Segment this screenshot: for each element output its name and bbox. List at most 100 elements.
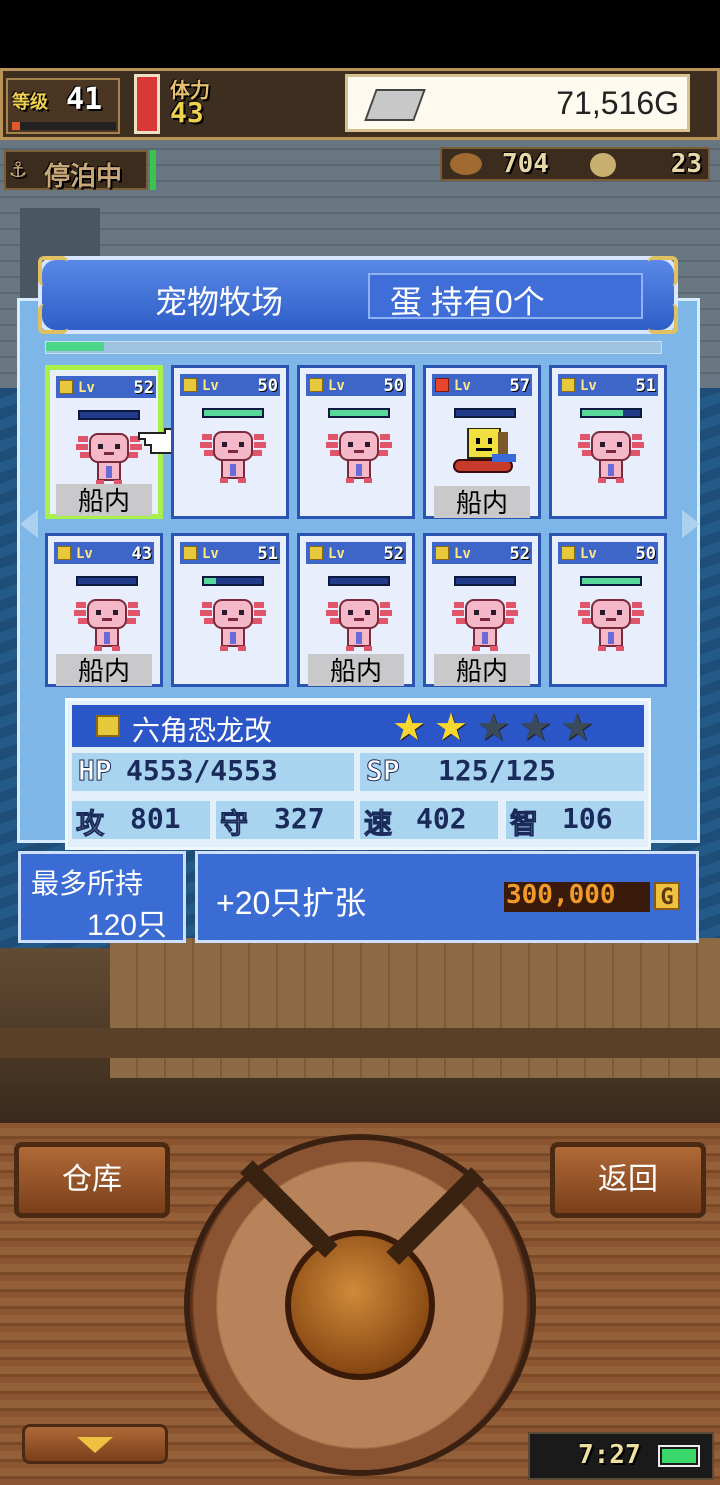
- pet-card[interactable]: Lv 50: [171, 365, 289, 519]
- pet-level: 50: [257, 376, 278, 396]
- warehouse-label: 仓库: [62, 1163, 122, 1196]
- pet-card-header: Lv 51: [180, 542, 280, 564]
- expand-price: 300,000: [506, 880, 616, 910]
- pet-hp-bar: [76, 576, 138, 586]
- on-ship-label: 船内: [434, 486, 530, 518]
- pet-hp-bar-fill: [582, 578, 640, 584]
- corner-ornament-tr: [648, 256, 678, 286]
- pet-hp-bar: [580, 408, 642, 418]
- page-title: 宠物牧场: [155, 284, 284, 320]
- pet-card[interactable]: Lv 51: [549, 365, 667, 519]
- page-scroll-thumb[interactable]: [46, 342, 104, 351]
- stamina-gauge: [134, 74, 160, 134]
- electric-element-icon: [57, 546, 71, 560]
- pet-card-header: Lv 52: [56, 376, 156, 398]
- pet-hp-bar: [202, 576, 264, 586]
- pet-card-header: Lv 52: [432, 542, 532, 564]
- pet-card[interactable]: Lv 50: [549, 533, 667, 687]
- back-button[interactable]: 返回: [550, 1142, 706, 1218]
- electric-element-icon: [183, 378, 197, 392]
- spd-value: 402: [416, 802, 467, 835]
- level-box: 等级 41: [6, 78, 120, 134]
- expand-capacity-button[interactable]: +20只扩张 300,000 G: [195, 851, 699, 943]
- prev-page-arrow-icon[interactable]: [20, 510, 38, 538]
- lv-label: Lv: [202, 378, 219, 394]
- max-capacity-box: 最多所持 120只: [18, 851, 186, 943]
- lv-label: Lv: [328, 378, 345, 394]
- axolotl-sprite-icon: [326, 428, 392, 484]
- egg-count-box: 蛋 持有0个: [368, 273, 643, 320]
- lv-label: Lv: [454, 378, 471, 394]
- page-scroll-bar[interactable]: [45, 341, 662, 354]
- electric-element-icon: [183, 546, 197, 560]
- pet-card[interactable]: Lv 50: [297, 365, 415, 519]
- pet-level: 51: [257, 544, 278, 564]
- lv-label: Lv: [580, 546, 597, 562]
- hp-row: HP 4553/4553: [72, 753, 354, 791]
- pet-name-row: 六角恐龙改 ★ ★ ★ ★ ★: [72, 705, 644, 747]
- pet-card-header: Lv 57: [432, 374, 532, 396]
- ship-rail: [0, 1028, 720, 1058]
- barrel-icon: [450, 153, 482, 175]
- electric-element-icon: [309, 546, 323, 560]
- hp-value: 4553/4553: [126, 754, 278, 787]
- menu-down-button[interactable]: [22, 1424, 168, 1464]
- pet-level: 43: [131, 544, 152, 564]
- expand-label: +20只扩张: [216, 885, 367, 921]
- pet-hp-bar-fill: [204, 578, 216, 584]
- lv-label: Lv: [202, 546, 219, 562]
- pet-card-header: Lv 52: [306, 542, 406, 564]
- axolotl-sprite-icon: [74, 596, 140, 652]
- lv-label: Lv: [76, 546, 93, 562]
- battery-icon: [658, 1445, 700, 1467]
- pet-card[interactable]: Lv 43 船内: [45, 533, 163, 687]
- block-creature-sprite-icon: [452, 427, 518, 484]
- atk-label: 攻: [75, 808, 105, 840]
- corner-ornament-tl: [38, 256, 68, 286]
- pet-hp-bar: [454, 576, 516, 586]
- resource2-value: 23: [670, 149, 702, 179]
- spd-label: 速: [363, 808, 393, 840]
- pet-card[interactable]: Lv 51: [171, 533, 289, 687]
- pet-level: 52: [383, 544, 404, 564]
- exp-bar: [12, 122, 116, 130]
- pet-hp-bar: [580, 576, 642, 586]
- dpad-center-button[interactable]: [285, 1230, 435, 1380]
- atk-value: 801: [130, 802, 181, 835]
- pet-level: 52: [509, 544, 530, 564]
- pet-card[interactable]: Lv 52 船内: [297, 533, 415, 687]
- lv-label: Lv: [328, 546, 345, 562]
- back-label: 返回: [598, 1163, 658, 1196]
- pet-hp-bar: [78, 410, 140, 420]
- status-text: 停泊中: [44, 162, 123, 192]
- max-capacity-label: 最多所持: [31, 868, 144, 899]
- status-indicator: [150, 150, 156, 190]
- axolotl-sprite-icon: [326, 596, 392, 652]
- sp-label: SP: [366, 754, 401, 788]
- on-ship-label: 船内: [434, 654, 530, 686]
- gold-amount: 71,516G: [556, 85, 679, 121]
- pet-hp-bar: [328, 408, 390, 418]
- electric-element-icon: [59, 380, 73, 394]
- def-row: 守 327: [216, 801, 354, 840]
- next-page-arrow-icon[interactable]: [682, 510, 700, 538]
- axolotl-sprite-icon: [76, 430, 142, 486]
- level-label: 等级: [12, 92, 48, 113]
- corner-ornament-br: [648, 304, 678, 334]
- anchor-status: ⚓ 停泊中: [4, 150, 148, 192]
- corner-ornament-bl: [38, 304, 68, 334]
- max-capacity-value: 120只: [86, 909, 167, 942]
- pet-card[interactable]: Lv 57 船内: [423, 365, 541, 519]
- electric-element-icon: [435, 546, 449, 560]
- warehouse-button[interactable]: 仓库: [14, 1142, 170, 1218]
- battery-level: [662, 1449, 696, 1463]
- pet-level: 50: [383, 376, 404, 396]
- def-value: 327: [274, 802, 325, 835]
- filled-star-icon: ★: [392, 705, 427, 749]
- pet-card[interactable]: Lv 52 船内: [423, 533, 541, 687]
- pet-card-header: Lv 50: [180, 374, 280, 396]
- silver-ingot-icon: [364, 89, 426, 121]
- resource-box: 704 23: [440, 147, 710, 181]
- pet-card-header: Lv 50: [558, 542, 658, 564]
- electric-element-icon: [309, 378, 323, 392]
